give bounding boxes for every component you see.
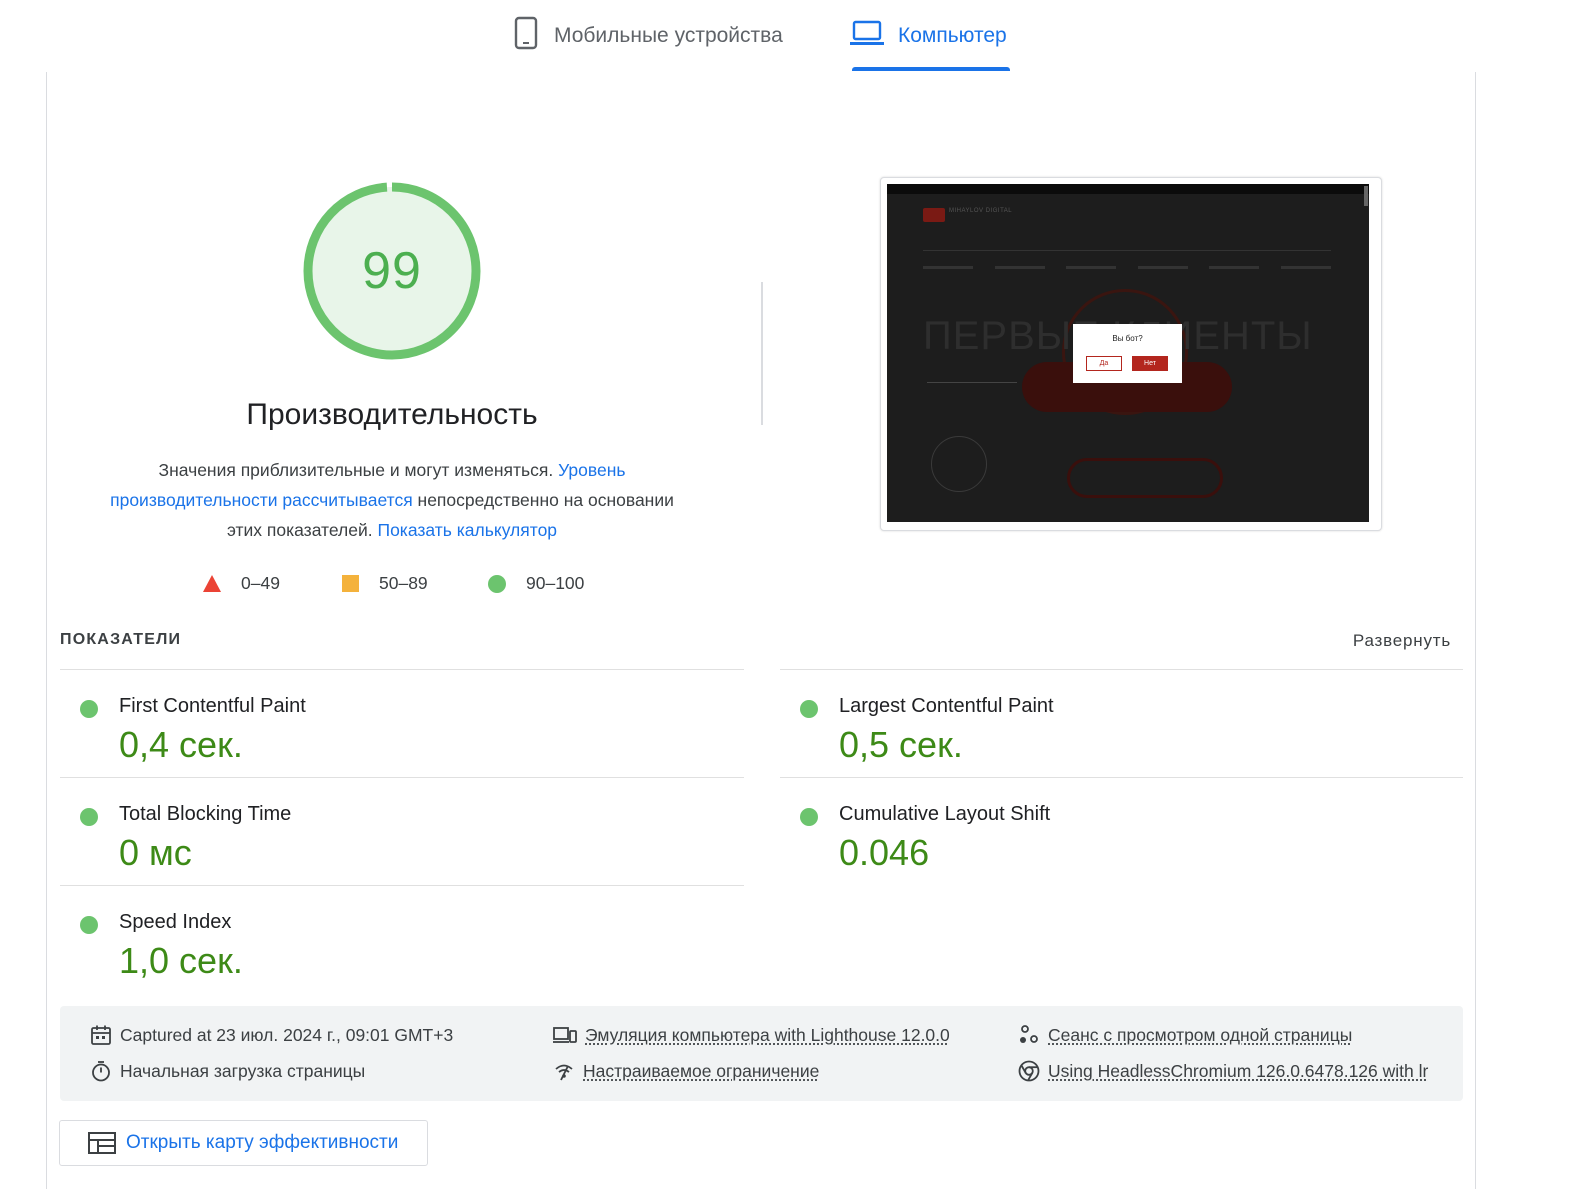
bot-dialog-yes: Да — [1086, 356, 1122, 371]
metric-name: First Contentful Paint — [119, 695, 306, 717]
site-search — [923, 236, 1331, 251]
tab-mobile[interactable]: Мобильные устройства — [512, 0, 783, 72]
laptop-icon — [850, 20, 884, 52]
run-info-session[interactable]: Сеанс с просмотром одной страницы — [1018, 1024, 1352, 1046]
run-info-browser-text: Using HeadlessChromium 126.0.6478.126 wi… — [1048, 1060, 1429, 1081]
run-info-captured: Captured at 23 июл. 2024 г., 09:01 GMT+3 — [90, 1024, 453, 1046]
legend-label-pass: 90–100 — [526, 573, 585, 593]
legend-item-fail: 0–49 — [203, 573, 280, 594]
description-text-1: Значения приблизительные и могут изменят… — [158, 460, 559, 480]
site-nav — [923, 266, 1331, 274]
divider — [60, 885, 744, 886]
score-description: Значения приблизительные и могут изменят… — [92, 455, 692, 545]
run-info-emulation-text: Эмуляция компьютера with Lighthouse 12.0… — [585, 1024, 950, 1045]
run-info-emulation[interactable]: Эмуляция компьютера with Lighthouse 12.0… — [553, 1024, 950, 1046]
tab-desktop[interactable]: Компьютер — [850, 0, 1007, 72]
tab-mobile-label: Мобильные устройства — [554, 24, 783, 47]
metric-cls: Cumulative Layout Shift 0.046 — [780, 786, 1380, 886]
panel-border-right — [1475, 72, 1476, 1189]
site-cta — [1067, 458, 1223, 498]
pass-circle-icon — [800, 808, 818, 826]
run-info-session-text: Сеанс с просмотром одной страницы — [1048, 1024, 1353, 1045]
divider — [780, 777, 1463, 778]
metric-si: Speed Index 1,0 сек. — [60, 894, 660, 994]
divider — [60, 669, 744, 670]
open-treemap-label: Открыть карту эффективности — [126, 1132, 399, 1153]
legend-label-average: 50–89 — [379, 573, 428, 593]
metric-value: 0,5 сек. — [839, 724, 963, 765]
metric-value: 0.046 — [839, 832, 930, 873]
open-treemap-button[interactable]: Открыть карту эффективности — [59, 1120, 428, 1166]
run-info-throttling[interactable]: Настраиваемое ограничение — [553, 1060, 819, 1082]
metric-value: 0,4 сек. — [119, 724, 243, 765]
active-tab-indicator — [852, 67, 1010, 71]
circle-icon — [488, 574, 506, 593]
run-info-captured-text: Captured at 23 июл. 2024 г., 09:01 GMT+3 — [120, 1024, 454, 1045]
site-brand: MIHAYLOV DIGITAL — [949, 208, 1013, 214]
screenshot-topbar — [887, 184, 1369, 194]
run-info-load: Начальная загрузка страницы — [90, 1060, 365, 1082]
pass-circle-icon — [80, 808, 98, 826]
expand-toggle[interactable]: Развернуть — [1300, 631, 1451, 651]
pass-circle-icon — [800, 700, 818, 718]
final-screenshot: MIHAYLOV DIGITAL ПЕРВЫЕ КЛИЕНТЫ Вы бот? … — [887, 184, 1369, 522]
treemap-icon — [88, 1132, 116, 1154]
run-info-load-text: Начальная загрузка страницы — [120, 1060, 366, 1081]
pass-circle-icon — [80, 700, 98, 718]
run-info-browser[interactable]: Using HeadlessChromium 126.0.6478.126 wi… — [1018, 1060, 1428, 1082]
metric-tbt: Total Blocking Time 0 мс — [60, 786, 660, 886]
legend-label-fail: 0–49 — [241, 573, 280, 593]
metric-name: Cumulative Layout Shift — [839, 803, 1051, 825]
divider — [60, 777, 744, 778]
legend-item-average: 50–89 — [342, 573, 428, 594]
metric-name: Total Blocking Time — [119, 803, 292, 825]
panel-border-left — [46, 72, 47, 1189]
tab-desktop-label: Компьютер — [898, 24, 1007, 47]
run-info-throttling-text: Настраиваемое ограничение — [583, 1060, 820, 1081]
pass-circle-icon — [80, 916, 98, 934]
metric-value: 1,0 сек. — [119, 940, 243, 981]
vertical-divider — [761, 282, 763, 425]
bot-dialog-no: Нет — [1132, 356, 1168, 371]
triangle-icon — [203, 575, 221, 592]
metrics-heading: ПОКАЗАТЕЛИ — [60, 631, 182, 648]
chrome-icon — [1018, 1060, 1040, 1082]
metric-lcp: Largest Contentful Paint 0,5 сек. — [780, 678, 1380, 778]
metric-name: Speed Index — [119, 911, 232, 933]
site-scrollbar — [1364, 186, 1368, 206]
site-logo — [923, 208, 945, 222]
bot-dialog-title: Вы бот? — [1112, 334, 1143, 343]
legend-item-pass: 90–100 — [488, 573, 584, 594]
devices-icon — [553, 1027, 577, 1043]
score-value: 99 — [362, 242, 422, 300]
session-icon — [1020, 1025, 1038, 1043]
score-title: Производительность — [246, 398, 538, 431]
metric-value: 0 мс — [119, 832, 192, 873]
network-icon — [555, 1064, 573, 1081]
metric-fcp: First Contentful Paint 0,4 сек. — [60, 678, 660, 778]
bot-dialog: Вы бот? Да Нет — [1073, 324, 1182, 383]
square-icon — [342, 575, 359, 592]
smartphone-icon — [512, 16, 540, 56]
divider — [780, 669, 1463, 670]
stopwatch-icon — [92, 1061, 110, 1082]
calendar-icon — [91, 1025, 111, 1045]
show-calculator-link[interactable]: Показать калькулятор — [377, 520, 557, 540]
run-info-box — [60, 1006, 1463, 1101]
metric-name: Largest Contentful Paint — [839, 695, 1054, 717]
site-stamp — [931, 436, 987, 492]
site-arrow — [927, 382, 1017, 383]
